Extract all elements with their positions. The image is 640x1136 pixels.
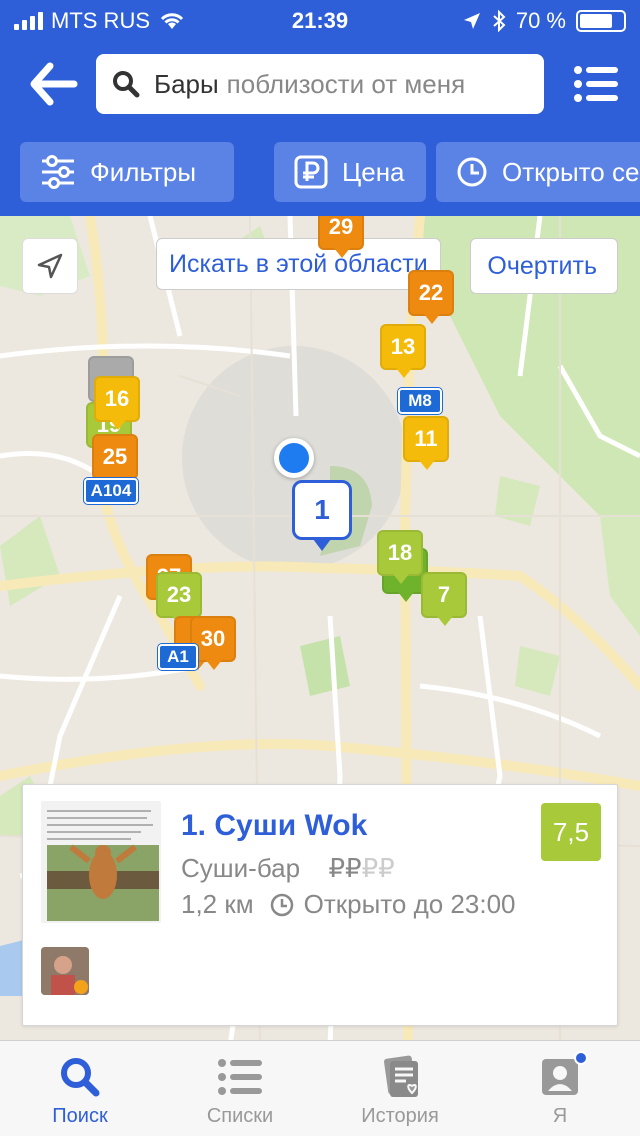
tab-search[interactable]: Поиск [0,1041,160,1136]
place-photo [41,801,161,923]
tab-search-label: Поиск [52,1105,108,1127]
reviewer-avatar[interactable] [41,947,89,995]
search-input[interactable]: Бары поблизости от меня [96,54,544,114]
history-icon [384,1055,418,1097]
place-card[interactable]: 1. Суши Wok Суши-бар ₽₽₽₽ 1,2 км Открыто… [22,784,618,1026]
tab-profile-label: Я [552,1105,568,1127]
tab-profile[interactable]: Я [480,1041,640,1136]
bluetooth-icon [493,10,506,32]
place-category: Суши-бар [181,853,301,883]
status-bar: MTS RUS 21:39 70 % [0,0,640,42]
location-arrow-icon [463,13,480,29]
sliders-icon [42,155,74,189]
header: Бары поблизости от меня [0,42,640,128]
ruble-icon [294,155,328,189]
search-icon [113,71,140,98]
user-location-dot [274,438,314,478]
route-sign: A104 [84,478,138,504]
search-this-area-button[interactable]: Искать в этой области [156,238,441,290]
map-pin[interactable]: 7 [421,572,467,626]
tab-lists-label: Списки [206,1105,274,1127]
price-label: Цена [342,156,405,187]
list-view-button[interactable] [572,62,620,106]
search-icon [61,1058,100,1097]
draw-area-button[interactable]: Очертить [470,238,618,294]
map-pin[interactable]: 23 [156,572,202,626]
place-meta: 1,2 км Открыто до 23:00 [181,889,516,920]
clock-icon [270,893,293,916]
tab-history[interactable]: История [320,1041,480,1136]
open-now-button[interactable]: Открыто сейчас [436,142,640,202]
map-pin[interactable]: 22 [408,270,454,324]
map-pin[interactable]: 29 [318,216,364,258]
selected-map-pin[interactable]: 1 [292,480,352,551]
map-pin[interactable]: 16 [94,376,140,430]
tab-lists[interactable]: Списки [160,1041,320,1136]
battery-percent: 70 % [515,8,566,33]
map-pin[interactable]: 13 [380,324,426,378]
search-this-area-label: Искать в этой области [169,249,428,278]
map-pin[interactable]: 18 [377,530,423,584]
place-category-row: Суши-бар ₽₽₽₽ [181,853,395,884]
draw-area-label: Очертить [487,251,597,280]
clock-icon [457,157,487,187]
place-hours: Открыто до 23:00 [303,889,516,919]
back-arrow-icon [30,62,78,106]
battery-icon [576,10,626,32]
filters-button[interactable]: Фильтры [20,142,234,202]
filters-label: Фильтры [90,156,197,187]
notification-dot [574,1051,588,1065]
tab-bar: Поиск Списки История Я [0,1040,640,1136]
route-sign: M8 [398,388,442,414]
place-name[interactable]: 1. Суши Wok [181,809,367,843]
list-icon [574,66,618,102]
price-level-inactive: ₽₽ [361,853,395,883]
location-arrow-icon [37,253,63,279]
map-pin[interactable]: 11 [403,416,449,470]
tab-history-label: История [361,1105,439,1127]
search-hint: поблизости от меня [226,68,466,99]
rating-badge: 7,5 [541,803,601,861]
map-pin[interactable]: 25 [92,434,138,488]
locate-me-button[interactable] [22,238,78,294]
search-query: Бары [154,68,219,99]
price-level-active: ₽₽ [328,853,362,883]
place-distance: 1,2 км [181,889,254,919]
open-now-label: Открыто сейчас [502,156,640,187]
list-icon [218,1059,262,1095]
price-button[interactable]: Цена [274,142,426,202]
route-sign: A1 [158,644,198,670]
back-button[interactable] [26,58,82,110]
filter-bar: Фильтры Цена Открыто сейчас [0,128,640,216]
